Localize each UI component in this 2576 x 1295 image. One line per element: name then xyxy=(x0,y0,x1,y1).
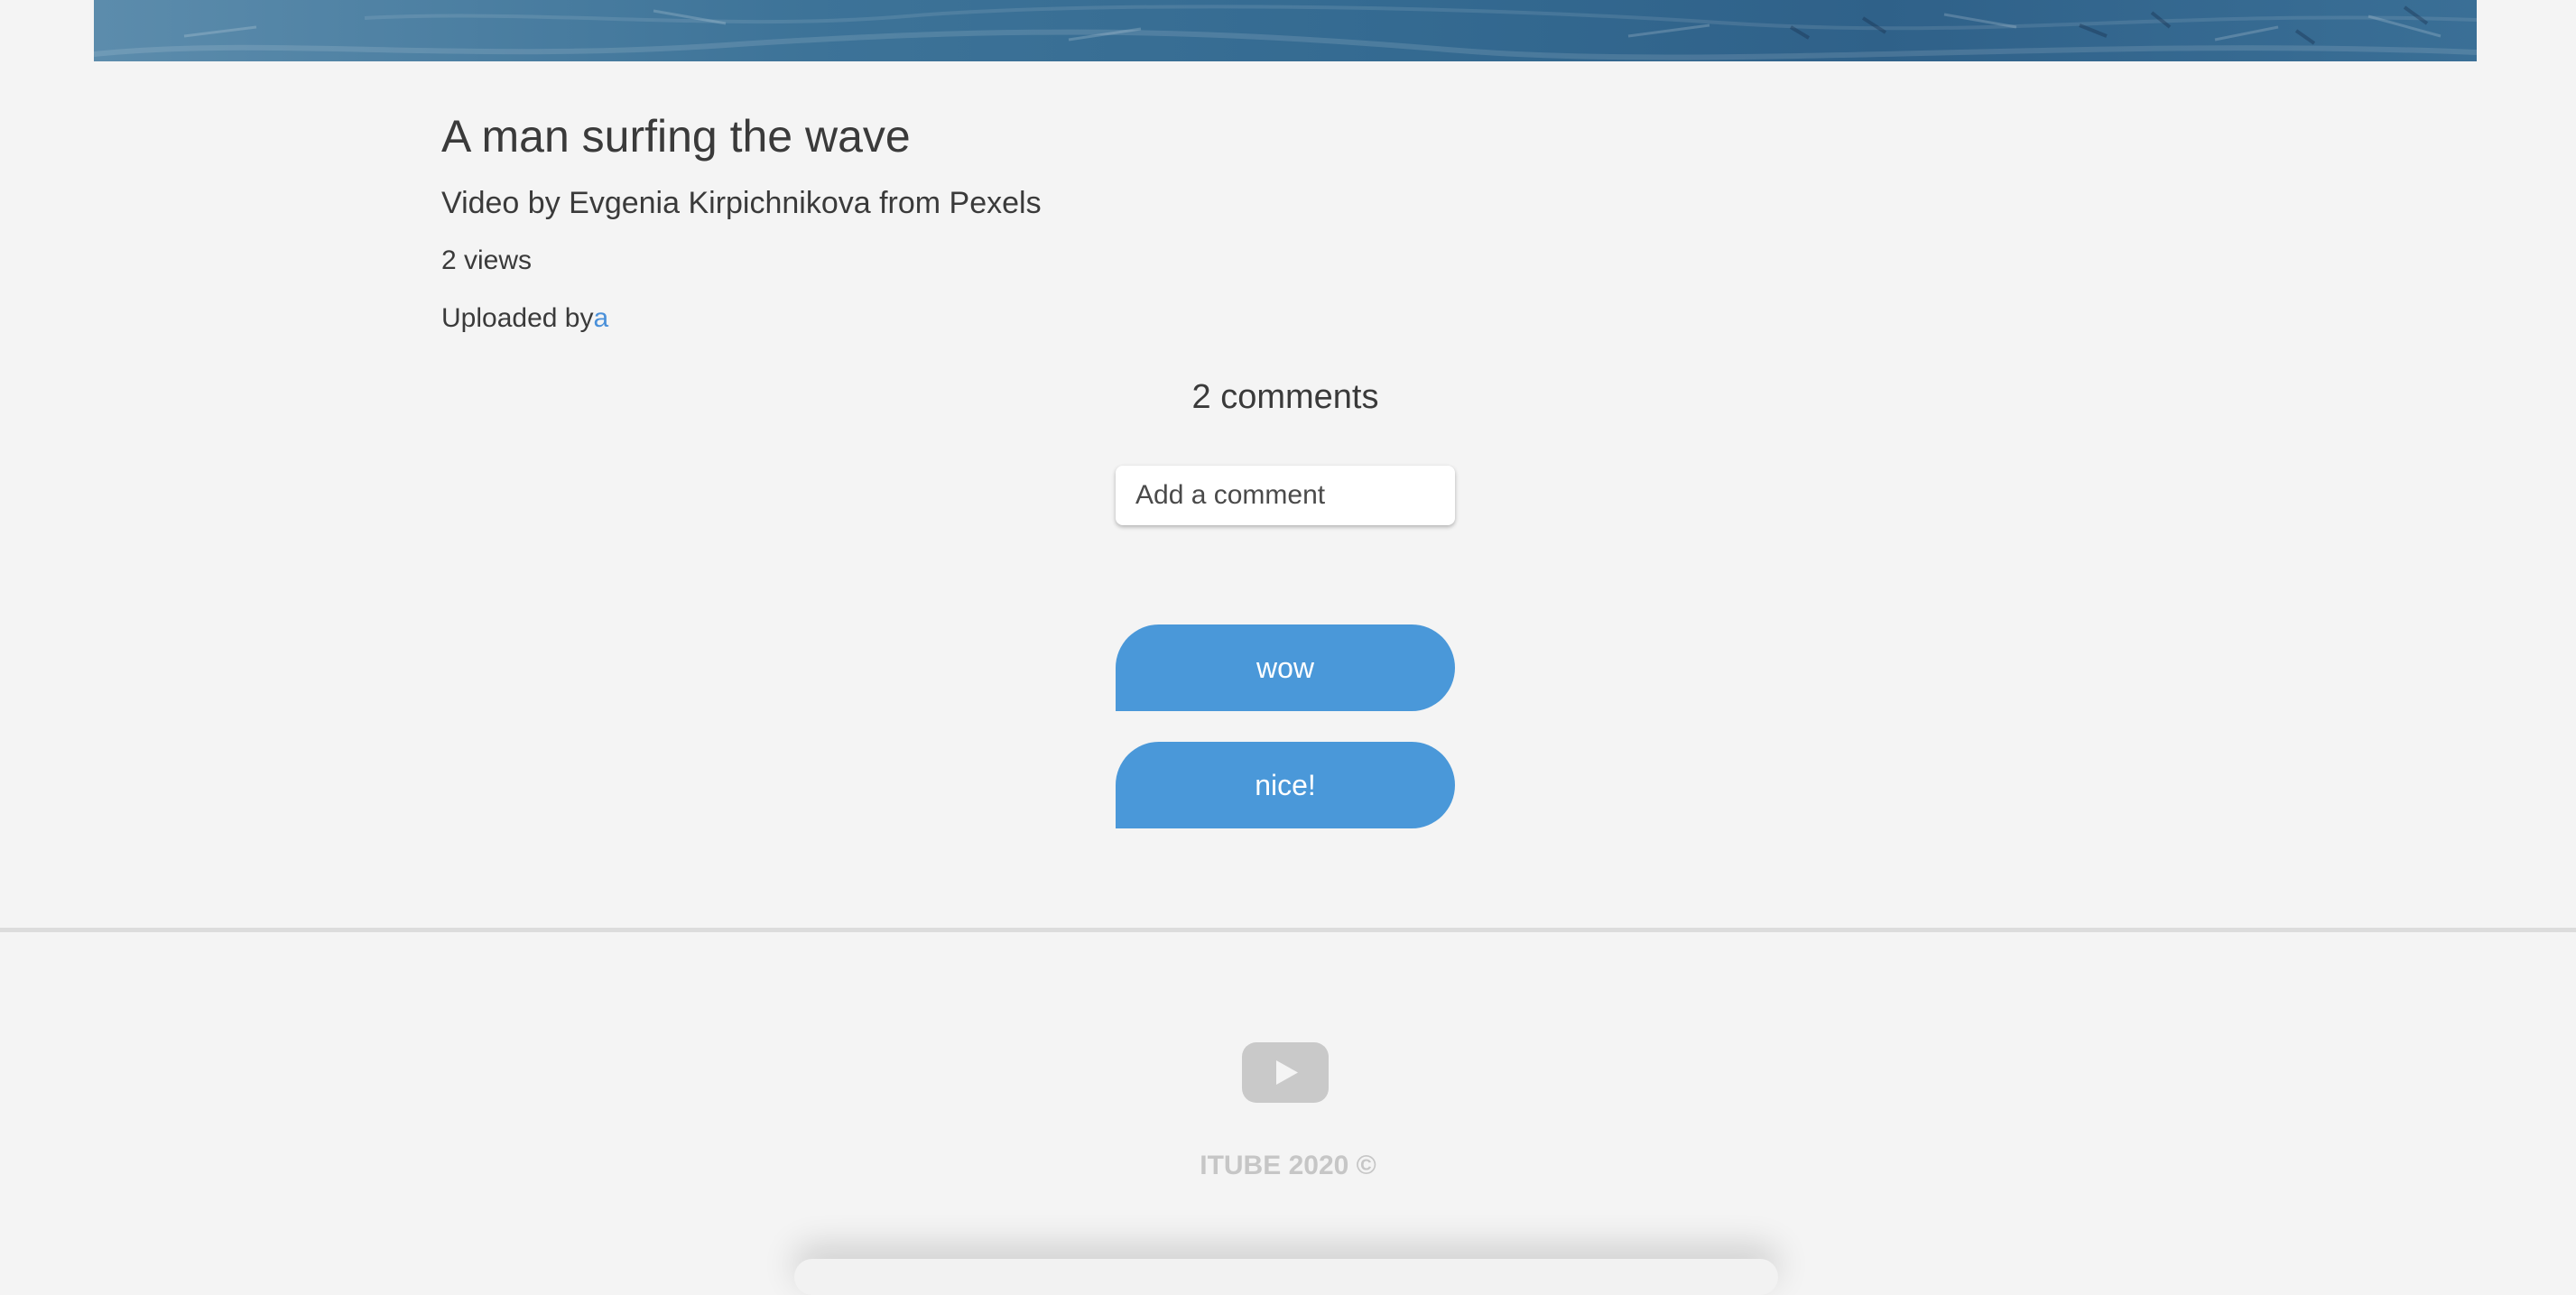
bottom-floating-bar xyxy=(794,1259,1778,1295)
water-texture xyxy=(94,5,2477,60)
footer-divider xyxy=(0,928,2576,932)
video-player[interactable] xyxy=(94,0,2477,61)
video-description: Video by Evgenia Kirpichnikova from Pexe… xyxy=(441,186,1042,220)
comment-item[interactable]: nice! xyxy=(1116,742,1455,828)
comment-count: 2 comments xyxy=(1191,378,1379,416)
comment-item[interactable]: wow xyxy=(1116,624,1455,711)
uploader-link[interactable]: a xyxy=(593,303,608,333)
footer-copyright: ITUBE 2020 © xyxy=(1200,1151,1376,1180)
play-button-icon[interactable] xyxy=(1242,1042,1329,1103)
uploaded-by: Uploaded bya xyxy=(441,300,608,338)
view-count: 2 views xyxy=(441,245,533,275)
comment-input[interactable] xyxy=(1116,466,1455,525)
uploaded-by-label: Uploaded by xyxy=(441,303,594,333)
video-title: A man surfing the wave xyxy=(441,111,911,162)
